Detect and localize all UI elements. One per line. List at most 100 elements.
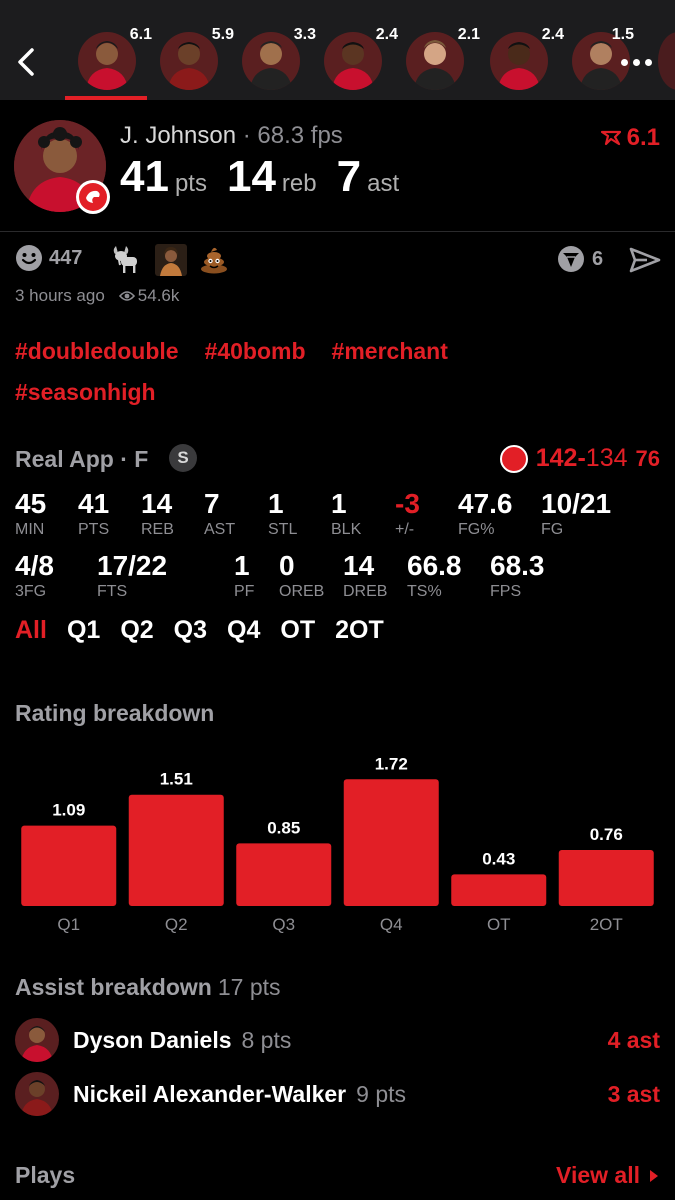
stat-min: 45 MIN	[15, 488, 47, 538]
hashtag[interactable]: #seasonhigh	[15, 379, 156, 406]
player-rating: 3.3	[293, 26, 316, 43]
player-avatar-partial	[658, 32, 675, 90]
pts-label: pts	[174, 170, 207, 197]
tab-q4[interactable]: Q4	[227, 616, 260, 645]
player-rating: 2.4	[375, 26, 398, 43]
goat-icon	[113, 246, 137, 273]
stat-ts-pct: 66.8 TS%	[407, 550, 462, 600]
rating-breakdown-title: Rating breakdown	[15, 700, 215, 726]
score-dash: -	[577, 444, 586, 472]
hawks-logo-icon	[76, 180, 110, 214]
player-avatar-2[interactable]: 5.9	[160, 26, 234, 90]
stat-dreb: 14 DREB	[343, 550, 388, 600]
hashtag[interactable]: #doubledouble	[15, 338, 179, 365]
player-avatar-6[interactable]: 2.4	[490, 26, 564, 90]
player-rating: 6.1	[129, 26, 152, 43]
assist-player-pts: 9 pts	[356, 1080, 407, 1107]
stat-pf: 1 PF	[234, 550, 255, 600]
bar-ot	[451, 874, 547, 906]
tab-q3[interactable]: Q3	[174, 616, 207, 645]
pts-value: 41	[120, 152, 169, 201]
player-avatar-1[interactable]: 6.1	[78, 26, 152, 90]
vote-button[interactable]: 6	[556, 244, 603, 274]
separator: ·	[236, 122, 258, 149]
player-rating: 2.1	[457, 26, 480, 43]
player-rating: 2.4	[541, 26, 564, 43]
reb-label: reb	[281, 170, 317, 197]
view-all-button[interactable]: View all	[556, 1162, 660, 1189]
bar-q1	[21, 825, 117, 906]
tab-q1[interactable]: Q1	[67, 616, 100, 645]
bar-q4	[343, 779, 439, 906]
assist-row[interactable]: Nickeil Alexander-Walker 9 pts 3 ast	[15, 1072, 660, 1116]
tab-2ot[interactable]: 2OT	[335, 616, 384, 645]
more-options-button[interactable]	[614, 46, 658, 78]
player-photo	[160, 32, 218, 90]
player-header: J. Johnson · 68.3 fps 41 pts 14 reb 7 ast 6…	[0, 100, 675, 232]
ast-label: ast	[367, 170, 400, 197]
starter-badge: S	[169, 444, 197, 472]
tab-q2[interactable]: Q2	[120, 616, 153, 645]
player-photo	[406, 32, 464, 90]
player-photo	[242, 32, 300, 90]
bar-value-label: 1.72	[375, 754, 408, 773]
react-smiley-button[interactable]: 447	[15, 244, 82, 272]
game-label: Real App · F	[15, 446, 149, 472]
bar-value-label: 1.51	[160, 770, 193, 789]
player-name: J. Johnson	[120, 122, 237, 149]
bar-value-label: 1.09	[52, 801, 85, 820]
tab-ot[interactable]: OT	[280, 616, 315, 645]
player-avatar-4[interactable]: 2.4	[324, 26, 398, 90]
assist-player-name: Dyson Daniels	[73, 1026, 232, 1053]
game-summary[interactable]: Real App · F S 142-134 76	[15, 444, 660, 476]
category-label: Q1	[57, 915, 80, 934]
stat-plus-minus: -3 +/-	[395, 488, 420, 538]
react-person-button[interactable]	[155, 244, 187, 276]
player-strip: 6.1 5.9 3.3 2.4 2.1 2.4 1.5	[0, 0, 675, 100]
bar-value-label: 0.76	[590, 825, 623, 844]
stat-blk: 1 BLK	[331, 488, 362, 538]
assist-breakdown-title: Assist breakdown	[15, 974, 212, 1000]
bar-value-label: 0.43	[482, 849, 515, 868]
player-name-line: J. Johnson · 68.3 fps	[120, 122, 343, 150]
category-label: Q4	[380, 915, 403, 934]
player-avatar-3[interactable]: 3.3	[242, 26, 316, 90]
player-rating: 5.9	[211, 26, 234, 43]
hashtag[interactable]: #merchant	[332, 338, 448, 365]
bar-q3	[236, 843, 332, 906]
player-photo	[15, 1018, 59, 1062]
time-ago: 3 hours ago	[15, 286, 105, 305]
rating-value: 6.1	[626, 124, 660, 151]
category-label: OT	[487, 915, 511, 934]
player-photo	[78, 32, 136, 90]
view-all-label: View all	[556, 1162, 640, 1188]
game-score: 142-134 76	[499, 444, 660, 473]
bar-value-label: 0.85	[267, 818, 300, 837]
hashtag[interactable]: #40bomb	[205, 338, 306, 365]
quarter-tabs: All Q1 Q2 Q3 Q4 OT 2OT	[15, 616, 404, 645]
eye-icon	[118, 291, 135, 301]
player-rating-badge: 6.1	[600, 124, 660, 152]
assist-count: 4 ast	[607, 1026, 660, 1053]
tab-all[interactable]: All	[15, 616, 47, 645]
share-button[interactable]	[629, 246, 661, 279]
play-triangle-icon	[650, 1169, 658, 1182]
bar-q2	[128, 794, 224, 906]
person-photo-icon	[155, 244, 187, 276]
stat-fps: 68.3 FPS	[490, 550, 545, 600]
assist-row[interactable]: Dyson Daniels 8 pts 4 ast	[15, 1018, 660, 1062]
chevron-left-icon	[18, 48, 34, 76]
stat-fts: 17/22 FTS	[97, 550, 168, 600]
stat-oreb: 0 OREB	[279, 550, 325, 600]
player-rating: 1.5	[611, 26, 634, 43]
opponent-score: 134	[585, 444, 628, 472]
stat-3fg: 4/8 3FG	[15, 550, 54, 600]
stat-pts: 41 PTS	[78, 488, 110, 538]
view-count: 54.6k	[118, 286, 179, 306]
react-poop-button[interactable]	[199, 244, 229, 274]
stat-ast: 7 AST	[204, 488, 236, 538]
back-button[interactable]	[8, 40, 44, 84]
send-icon	[629, 247, 661, 273]
player-avatar-5[interactable]: 2.1	[406, 26, 480, 90]
react-goat-button[interactable]	[110, 244, 142, 274]
